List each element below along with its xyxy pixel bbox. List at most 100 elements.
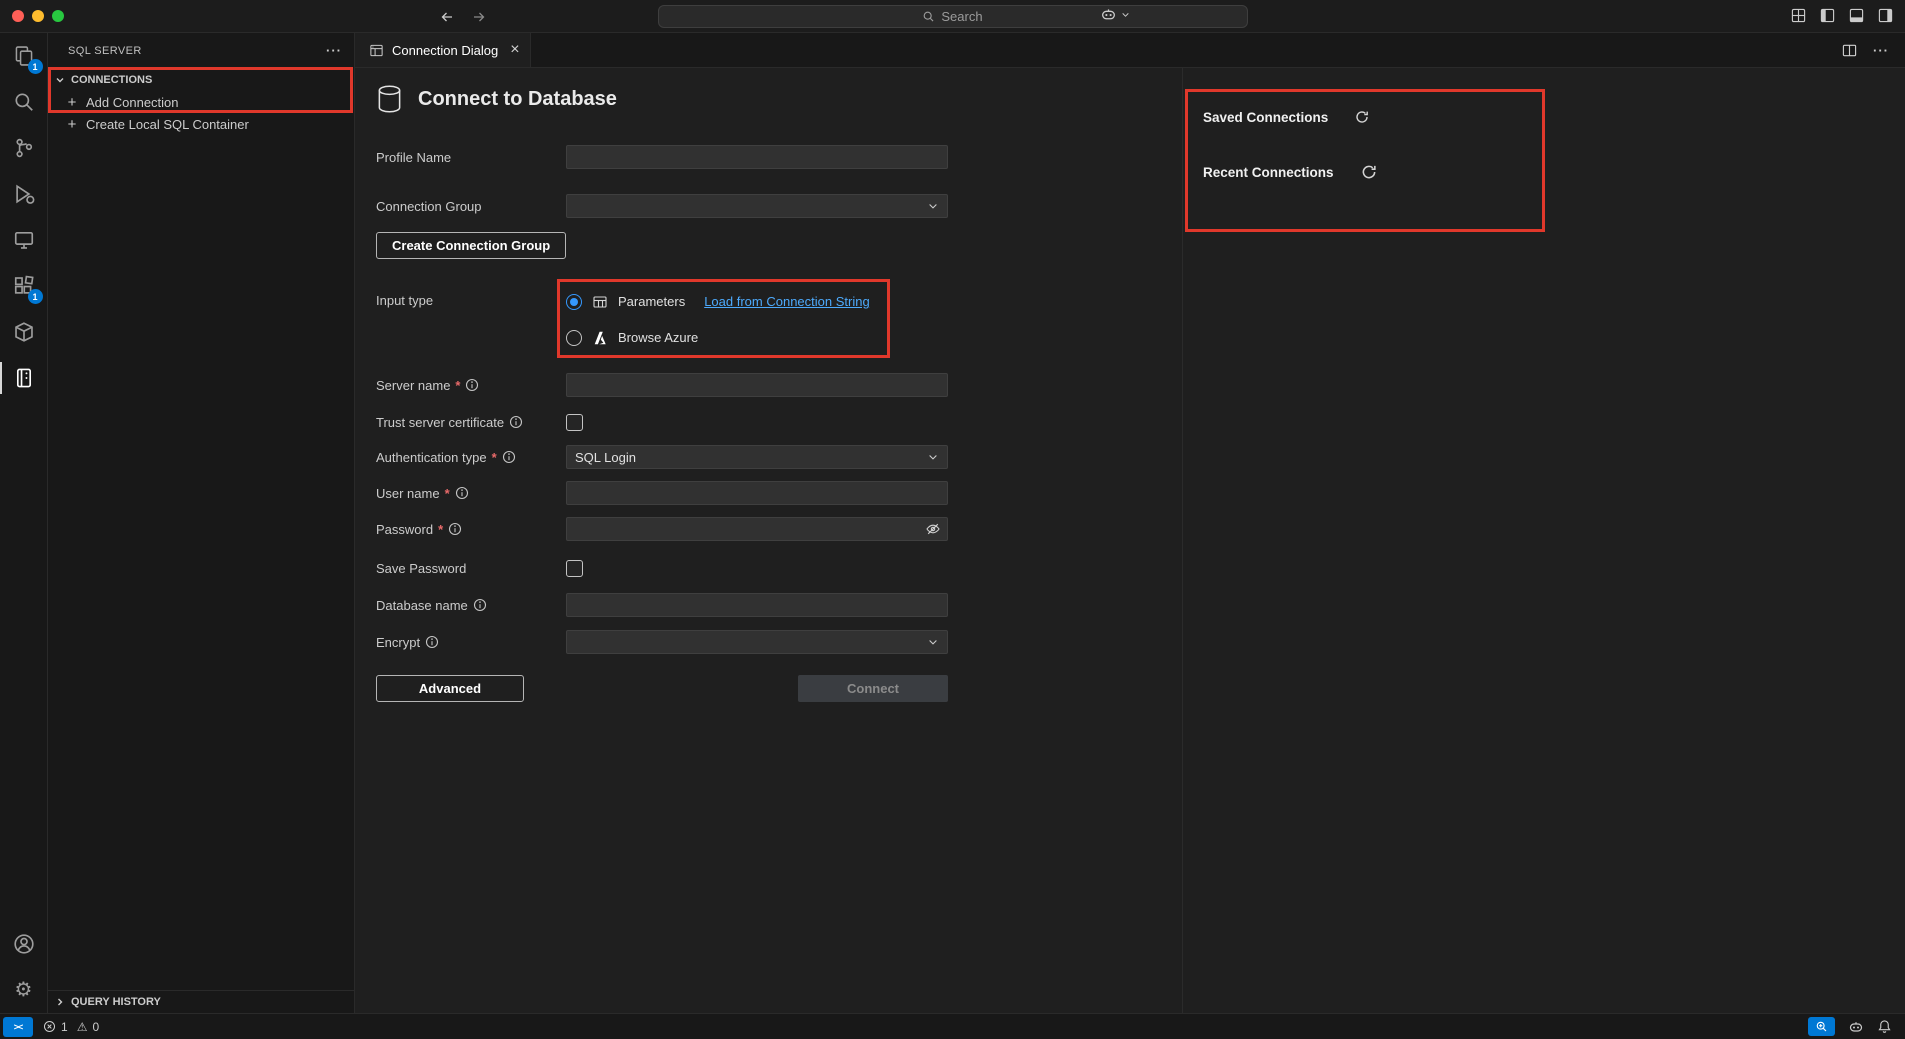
- plus-icon: +: [65, 94, 79, 111]
- auth-type-dropdown[interactable]: SQL Login: [566, 445, 948, 469]
- save-password-checkbox[interactable]: [566, 560, 583, 577]
- info-icon[interactable]: [425, 635, 439, 649]
- forward-button[interactable]: [469, 7, 489, 27]
- query-history-section-header[interactable]: QUERY HISTORY: [48, 990, 354, 1013]
- layout-controls: [1791, 8, 1893, 23]
- copilot-icon: [1100, 6, 1117, 23]
- azure-icon: [592, 330, 608, 346]
- activity-search[interactable]: [0, 79, 48, 125]
- form-row-create-group: Create Connection Group: [376, 232, 1182, 259]
- form-buttons-row: Advanced Connect: [376, 675, 948, 702]
- info-icon[interactable]: [509, 415, 523, 429]
- split-editor-icon[interactable]: [1842, 43, 1857, 58]
- activity-containers[interactable]: [0, 309, 48, 355]
- toggle-secondary-sidebar-icon[interactable]: [1878, 8, 1893, 23]
- parameters-option-label: Parameters: [618, 294, 685, 309]
- activity-run-debug[interactable]: [0, 171, 48, 217]
- connection-dialog: Connect to Database Profile Name Connect…: [355, 68, 1183, 1013]
- info-icon[interactable]: [502, 450, 516, 464]
- connect-button[interactable]: Connect: [798, 675, 948, 702]
- activity-extensions[interactable]: 1: [0, 263, 48, 309]
- close-tab-icon[interactable]: ×: [510, 42, 519, 58]
- toggle-primary-sidebar-icon[interactable]: [1820, 8, 1835, 23]
- required-asterisk: *: [438, 522, 443, 537]
- password-label-wrap: Password *: [376, 522, 566, 537]
- trust-cert-label-wrap: Trust server certificate: [376, 415, 566, 430]
- notifications-bell-icon[interactable]: [1877, 1019, 1892, 1034]
- encrypt-label: Encrypt: [376, 635, 420, 650]
- close-window-button[interactable]: [12, 10, 24, 22]
- activity-accounts[interactable]: [0, 921, 48, 967]
- form-row-connection-group: Connection Group: [376, 194, 1182, 218]
- password-input[interactable]: [566, 517, 948, 541]
- back-button[interactable]: [437, 7, 457, 27]
- sidebar-more-actions-icon[interactable]: ···: [326, 43, 342, 58]
- password-label: Password: [376, 522, 433, 537]
- database-name-input[interactable]: [566, 593, 948, 617]
- activity-settings[interactable]: ⚙: [0, 967, 48, 1013]
- parameters-radio[interactable]: [566, 294, 582, 310]
- info-icon[interactable]: [455, 486, 469, 500]
- toggle-password-visibility-icon[interactable]: [925, 521, 941, 537]
- customize-layout-icon[interactable]: [1791, 8, 1806, 23]
- profile-name-input[interactable]: [566, 145, 948, 169]
- encrypt-dropdown[interactable]: [566, 630, 948, 654]
- activity-explorer[interactable]: 1: [0, 33, 48, 79]
- create-connection-group-button[interactable]: Create Connection Group: [376, 232, 566, 259]
- remote-indicator[interactable]: ><: [3, 1017, 33, 1037]
- editor-more-actions-icon[interactable]: ···: [1873, 43, 1889, 58]
- activity-remote-explorer[interactable]: [0, 217, 48, 263]
- info-icon[interactable]: [473, 598, 487, 612]
- sidebar-title: SQL SERVER: [68, 45, 326, 57]
- copilot-status-icon[interactable]: [1848, 1019, 1864, 1035]
- info-icon[interactable]: [448, 522, 462, 536]
- database-icon: [376, 84, 403, 114]
- activity-sql-server[interactable]: [0, 355, 48, 401]
- browse-azure-option-row: Browse Azure: [566, 326, 870, 349]
- title-bar: Search: [0, 0, 1905, 33]
- input-type-radio-group: Parameters Load from Connection String B…: [566, 290, 870, 349]
- toggle-panel-icon[interactable]: [1849, 8, 1864, 23]
- trust-cert-label: Trust server certificate: [376, 415, 504, 430]
- user-name-input[interactable]: [566, 481, 948, 505]
- warning-icon: ⚠: [77, 1021, 88, 1033]
- user-name-label: User name: [376, 486, 440, 501]
- remote-icon: ><: [14, 1022, 23, 1032]
- chevron-down-icon: [1121, 10, 1130, 19]
- dialog-heading: Connect to Database: [376, 84, 1182, 114]
- browse-azure-option-label: Browse Azure: [618, 330, 698, 345]
- activity-source-control[interactable]: [0, 125, 48, 171]
- form-row-encrypt: Encrypt: [376, 630, 1182, 654]
- maximize-window-button[interactable]: [52, 10, 64, 22]
- search-icon: [922, 10, 935, 23]
- connections-section-header[interactable]: CONNECTIONS: [48, 68, 354, 91]
- info-icon[interactable]: [465, 378, 479, 392]
- required-asterisk: *: [445, 486, 450, 501]
- form-row-input-type: Input type Parameters Load from Connecti…: [376, 290, 1182, 349]
- tab-label: Connection Dialog: [392, 43, 498, 58]
- connection-group-dropdown[interactable]: [566, 194, 948, 218]
- error-count: 1: [61, 1020, 68, 1034]
- copilot-menu-button[interactable]: [1100, 6, 1130, 23]
- refresh-icon[interactable]: [1354, 109, 1370, 125]
- form-row-auth-type: Authentication type * SQL Login: [376, 445, 1182, 469]
- browse-azure-radio[interactable]: [566, 330, 582, 346]
- trust-cert-checkbox[interactable]: [566, 414, 583, 431]
- activity-bar: 1 1 ⚙: [0, 33, 48, 1013]
- form-row-server-name: Server name *: [376, 373, 1182, 397]
- zoom-status-button[interactable]: [1808, 1017, 1835, 1036]
- add-connection-item[interactable]: + Add Connection: [48, 91, 354, 113]
- refresh-icon[interactable]: [1360, 163, 1378, 181]
- tab-connection-dialog[interactable]: Connection Dialog ×: [355, 33, 531, 67]
- plus-icon: +: [65, 116, 79, 133]
- minimize-window-button[interactable]: [32, 10, 44, 22]
- problems-status[interactable]: 1 ⚠ 0: [43, 1020, 103, 1034]
- input-type-label: Input type: [376, 293, 433, 308]
- command-center-search[interactable]: Search: [658, 5, 1248, 28]
- server-name-input[interactable]: [566, 373, 948, 397]
- advanced-button[interactable]: Advanced: [376, 675, 524, 702]
- extensions-badge: 1: [28, 289, 43, 304]
- form-row-trust-cert: Trust server certificate: [376, 412, 1182, 432]
- load-from-connection-string-link[interactable]: Load from Connection String: [704, 294, 869, 309]
- create-local-sql-container-item[interactable]: + Create Local SQL Container: [48, 113, 354, 135]
